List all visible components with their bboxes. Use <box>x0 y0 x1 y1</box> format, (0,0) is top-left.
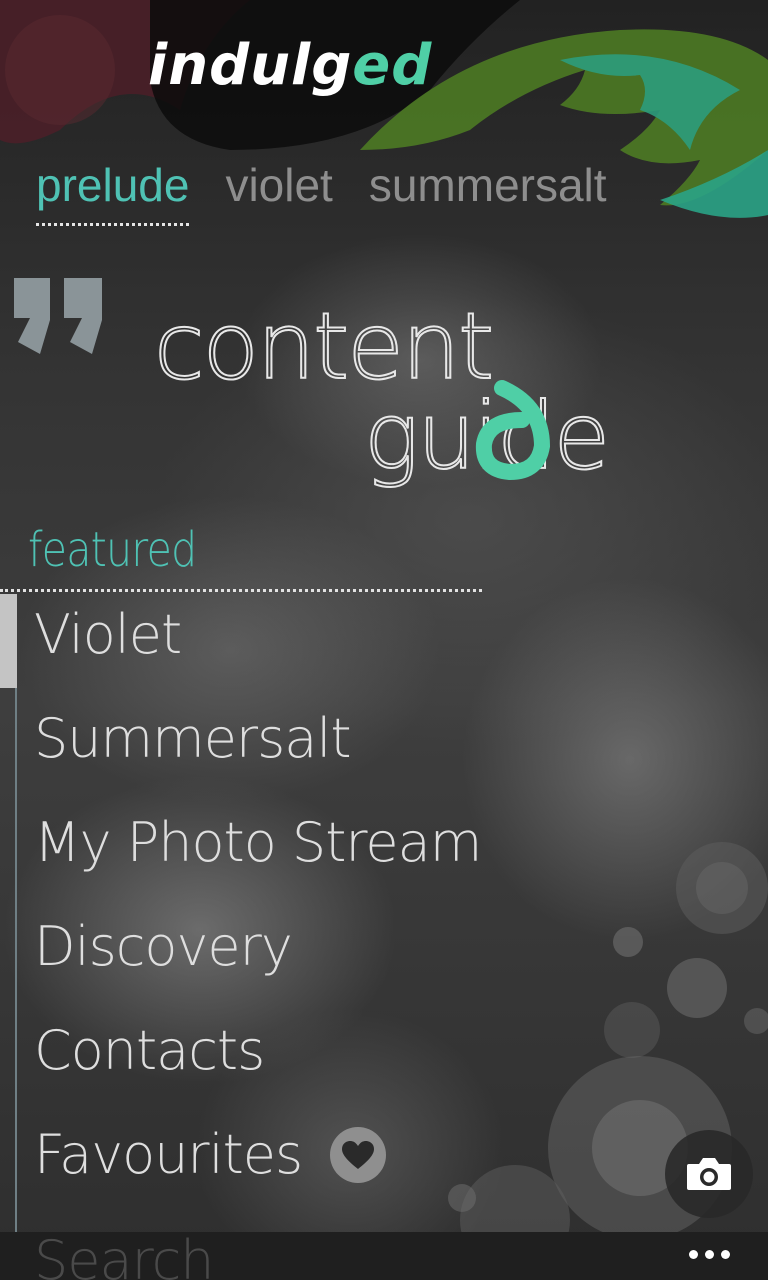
camera-button[interactable] <box>665 1130 753 1218</box>
pivot-item-violet[interactable]: violet <box>225 162 332 226</box>
featured-header: featured <box>28 522 197 578</box>
camera-icon <box>687 1158 731 1190</box>
scroll-thumb[interactable] <box>0 594 17 688</box>
pivot-header: prelude violet summersalt <box>36 162 607 226</box>
content-guide-title: content guide <box>153 296 611 491</box>
menu-item-violet[interactable]: Violet <box>34 600 182 670</box>
divider <box>0 589 482 592</box>
menu-item-label: My Photo Stream <box>34 811 482 874</box>
scroll-rail <box>15 594 17 1234</box>
app-logo: indulged <box>148 33 433 98</box>
menu-item-summersalt[interactable]: Summersalt <box>34 704 352 774</box>
menu-item-favourites[interactable]: Favourites <box>34 1120 387 1190</box>
menu-item-label: Violet <box>34 603 182 666</box>
quote-icon <box>14 278 102 354</box>
menu-item-discovery[interactable]: Discovery <box>34 912 293 982</box>
menu-item-contacts[interactable]: Contacts <box>34 1016 265 1086</box>
more-icon[interactable] <box>689 1244 730 1265</box>
menu-item-label: Summersalt <box>34 707 352 770</box>
menu-item-label: Discovery <box>34 915 293 978</box>
menu-item-my-photo-stream[interactable]: My Photo Stream <box>34 808 482 878</box>
app-bar: Search <box>0 1232 768 1280</box>
heart-icon <box>330 1127 387 1183</box>
pivot-item-summersalt[interactable]: summersalt <box>369 162 607 226</box>
pivot-item-prelude[interactable]: prelude <box>36 162 190 226</box>
menu-item-label: Contacts <box>34 1019 265 1082</box>
menu-item-label: Favourites <box>34 1123 303 1186</box>
menu-item-search[interactable]: Search <box>34 1232 215 1280</box>
